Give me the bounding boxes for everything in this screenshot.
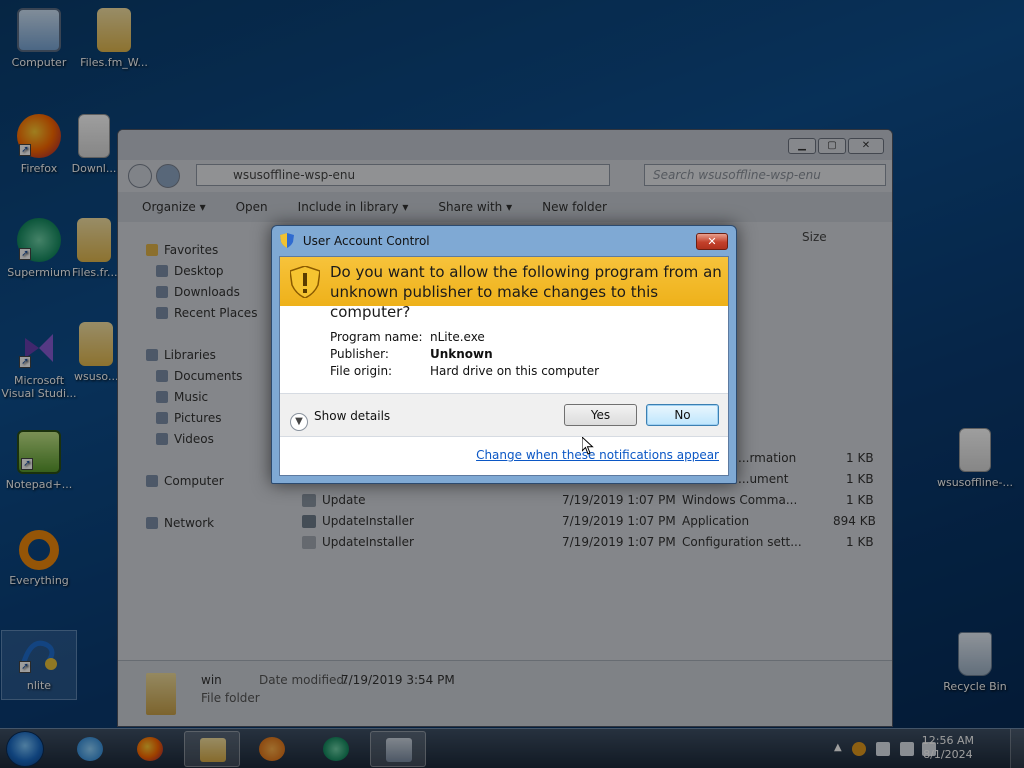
program-name-label: Program name: bbox=[330, 330, 423, 344]
show-details-toggle[interactable]: ▼ Show details bbox=[290, 406, 391, 431]
file-origin-value: Hard drive on this computer bbox=[430, 364, 600, 378]
uac-dialog: User Account Control ✕ Do you want to al… bbox=[271, 225, 737, 484]
uac-question: Do you want to allow the following progr… bbox=[330, 263, 722, 321]
warning-shield-icon bbox=[289, 265, 321, 299]
uac-body: Do you want to allow the following progr… bbox=[279, 256, 729, 476]
uac-close-button[interactable]: ✕ bbox=[696, 233, 728, 250]
uac-shield-icon bbox=[280, 233, 294, 248]
show-details-label: Show details bbox=[314, 409, 391, 423]
file-origin-label: File origin: bbox=[330, 364, 393, 378]
publisher-value: Unknown bbox=[430, 347, 493, 361]
publisher-label: Publisher: bbox=[330, 347, 389, 361]
uac-titlebar: User Account Control bbox=[280, 231, 430, 251]
yes-button[interactable]: Yes bbox=[564, 404, 637, 426]
uac-title-text: User Account Control bbox=[302, 234, 430, 248]
change-notifications-link[interactable]: Change when these notifications appear bbox=[476, 448, 719, 462]
uac-action-bar: ▼ Show details Yes No bbox=[280, 394, 728, 436]
program-name-value: nLite.exe bbox=[430, 330, 485, 344]
chevron-down-icon: ▼ bbox=[290, 413, 308, 431]
mouse-cursor-icon bbox=[582, 437, 594, 455]
no-button[interactable]: No bbox=[646, 404, 719, 426]
uac-warning-banner: Do you want to allow the following progr… bbox=[280, 257, 728, 321]
divider bbox=[280, 436, 728, 437]
